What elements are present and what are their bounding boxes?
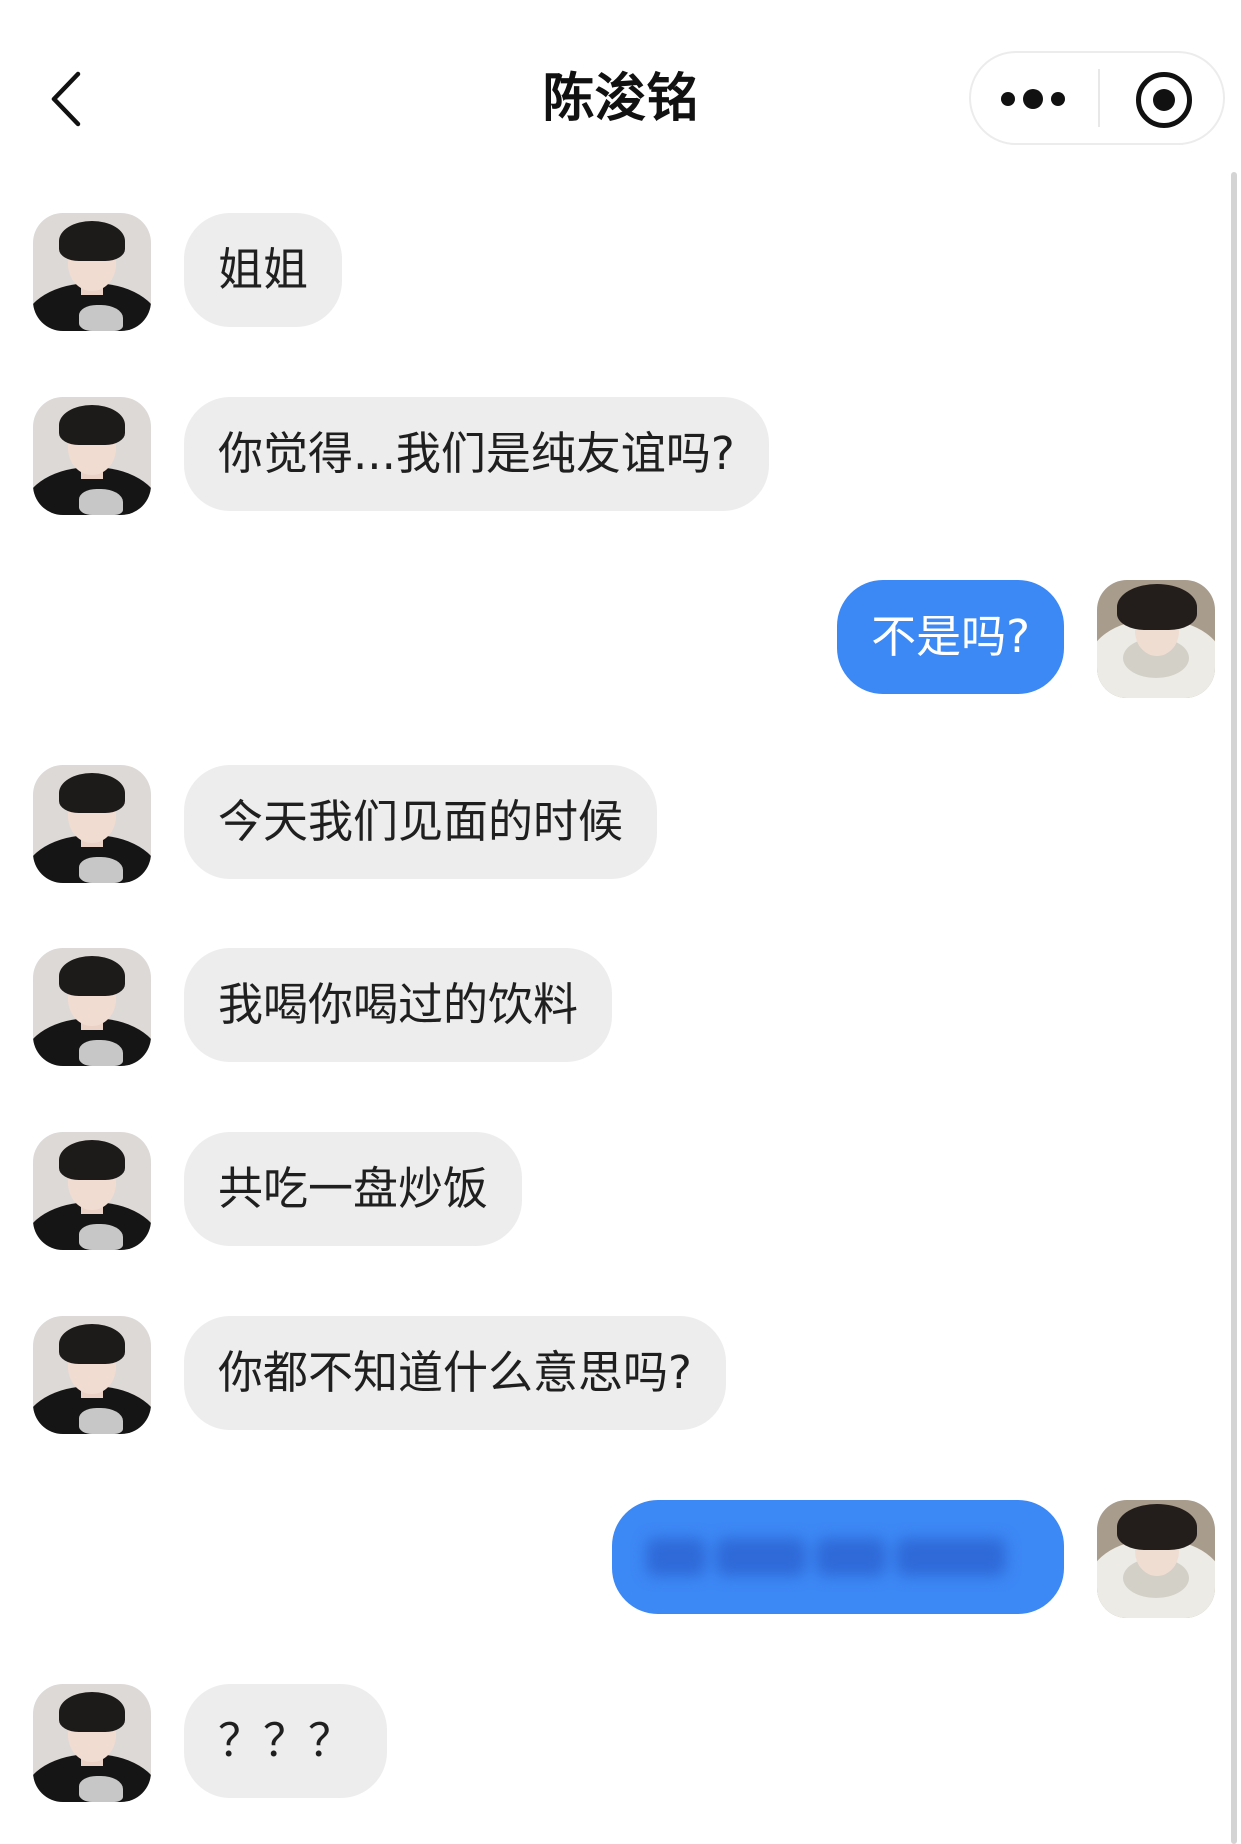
contact-avatar[interactable] [33, 213, 151, 331]
contact-avatar[interactable] [33, 765, 151, 883]
incoming-message-bubble[interactable]: 你觉得...我们是纯友谊吗? [184, 397, 769, 511]
incoming-message-bubble[interactable]: 姐姐 [184, 213, 343, 327]
message-row: ？？？ [0, 1684, 1241, 1802]
target-icon[interactable] [1136, 72, 1192, 128]
more-dots-icon[interactable] [993, 80, 1079, 120]
contact-avatar[interactable] [33, 1132, 151, 1250]
message-row: 共吃一盘炒饭 [0, 1132, 1241, 1250]
incoming-message-bubble[interactable]: ？？？ [184, 1684, 388, 1798]
message-row: 我喝你喝过的饮料 [0, 948, 1241, 1066]
message-row: 今天我们见面的时候 [0, 765, 1241, 883]
user-avatar[interactable] [1097, 1500, 1215, 1618]
mini-program-capsule [969, 51, 1225, 145]
user-avatar[interactable] [1097, 580, 1215, 698]
incoming-message-bubble[interactable]: 我喝你喝过的饮料 [184, 948, 613, 1062]
capsule-divider [1098, 69, 1100, 127]
incoming-message-bubble[interactable]: 你都不知道什么意思吗? [184, 1316, 726, 1430]
message-row [0, 1500, 1241, 1618]
message-row: 姐姐 [0, 213, 1241, 331]
message-row: 不是吗? [0, 580, 1241, 698]
outgoing-message-bubble[interactable]: 不是吗? [837, 580, 1064, 694]
incoming-message-bubble[interactable]: 今天我们见面的时候 [184, 765, 658, 879]
contact-avatar[interactable] [33, 1684, 151, 1802]
message-row: 你都不知道什么意思吗? [0, 1316, 1241, 1434]
blurred-outgoing-message-bubble[interactable] [612, 1500, 1064, 1614]
contact-avatar[interactable] [33, 397, 151, 515]
incoming-message-bubble[interactable]: 共吃一盘炒饭 [184, 1132, 523, 1246]
contact-avatar[interactable] [33, 1316, 151, 1434]
message-row: 你觉得...我们是纯友谊吗? [0, 397, 1241, 515]
chat-header: 陈浚铭 [0, 0, 1241, 170]
blurred-text [646, 1538, 1026, 1576]
contact-avatar[interactable] [33, 948, 151, 1066]
